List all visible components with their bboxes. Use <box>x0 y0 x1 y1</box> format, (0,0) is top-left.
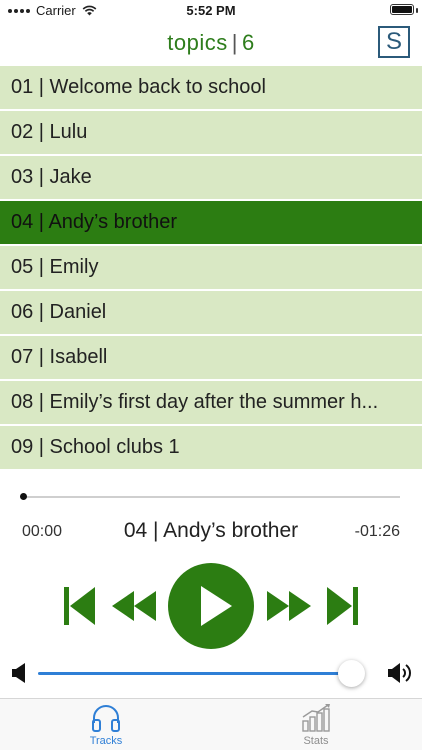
battery-tip <box>416 8 418 13</box>
track-list[interactable]: 01 | Welcome back to school 02 | Lulu 03… <box>0 66 422 472</box>
tab-stats[interactable]: Stats <box>286 703 346 747</box>
progress-slider[interactable] <box>22 496 400 498</box>
track-row[interactable]: 06 | Daniel <box>0 291 422 336</box>
track-row-selected[interactable]: 04 | Andy’s brother <box>0 201 422 246</box>
rewind-icon[interactable] <box>112 591 156 621</box>
app-title-separator: | <box>231 30 238 55</box>
settings-logo-button[interactable]: S <box>378 26 410 58</box>
volume-slider[interactable] <box>38 672 364 675</box>
skip-back-icon[interactable] <box>64 587 96 625</box>
skip-forward-icon[interactable] <box>326 587 358 625</box>
progress-knob[interactable] <box>20 493 27 500</box>
fast-forward-icon[interactable] <box>267 591 311 621</box>
tab-tracks[interactable]: Tracks <box>76 703 136 747</box>
app-title: topics | 6 <box>0 30 422 56</box>
track-label: 04 | Andy’s brother <box>11 211 178 233</box>
playback-controls <box>0 560 422 650</box>
tab-bar: Tracks Stats <box>0 698 422 750</box>
track-label: 02 | Lulu <box>11 121 88 143</box>
status-time: 5:52 PM <box>186 3 236 18</box>
track-label: 05 | Emily <box>11 256 99 278</box>
play-button[interactable] <box>168 563 254 649</box>
tab-stats-label: Stats <box>303 735 329 747</box>
track-row[interactable]: 02 | Lulu <box>0 111 422 156</box>
track-row[interactable]: 09 | School clubs 1 <box>0 426 422 471</box>
app-title-word: topics <box>167 30 228 55</box>
nav-bar: topics | 6 S <box>0 22 422 64</box>
track-label: 07 | Isabell <box>11 346 108 368</box>
headphones-icon <box>92 705 120 732</box>
tab-tracks-label: Tracks <box>89 735 123 747</box>
bar-chart-icon <box>302 704 330 732</box>
track-label: 03 | Jake <box>11 166 92 188</box>
track-row[interactable]: 07 | Isabell <box>0 336 422 381</box>
app-title-number: 6 <box>241 30 255 55</box>
track-label: 09 | School clubs 1 <box>11 436 180 458</box>
track-label: 08 | Emily’s first day after the summer … <box>11 391 379 413</box>
remaining-time: -01:26 <box>354 523 400 540</box>
track-row[interactable]: 05 | Emily <box>0 246 422 291</box>
track-label: 06 | Daniel <box>11 301 107 323</box>
track-label: 01 | Welcome back to school <box>11 76 266 98</box>
status-bar: Carrier 5:52 PM <box>0 0 422 22</box>
volume-max-icon <box>388 663 411 683</box>
track-row[interactable]: 08 | Emily’s first day after the summer … <box>0 381 422 426</box>
battery-icon <box>390 4 414 15</box>
volume-row <box>0 657 422 689</box>
track-row[interactable]: 01 | Welcome back to school <box>0 66 422 111</box>
volume-knob[interactable] <box>337 660 365 687</box>
logo-letter: S <box>385 28 402 55</box>
track-row[interactable]: 03 | Jake <box>0 156 422 201</box>
volume-min-icon <box>12 663 25 683</box>
